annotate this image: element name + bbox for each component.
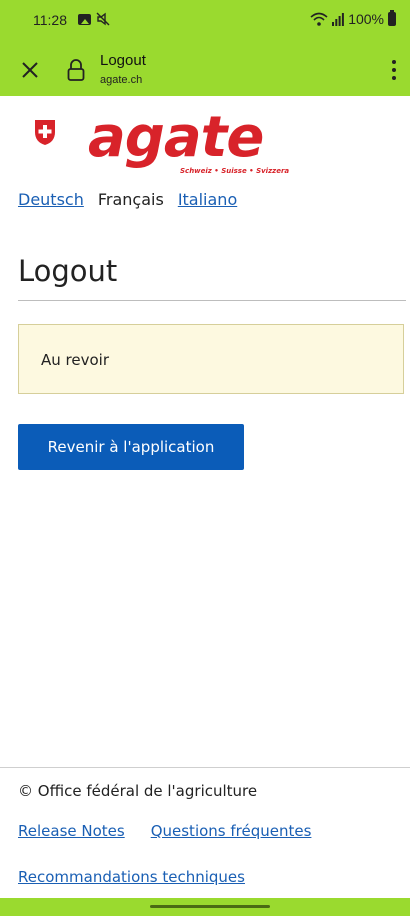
home-indicator[interactable] bbox=[150, 905, 270, 908]
logo-wordmark: agate bbox=[88, 110, 263, 170]
copyright-text: © Office fédéral de l'agriculture bbox=[18, 782, 258, 800]
lock-icon[interactable] bbox=[66, 58, 86, 82]
faq-link[interactable]: Questions fréquentes bbox=[151, 822, 312, 840]
photo-icon bbox=[78, 14, 91, 25]
navigation-bar bbox=[0, 898, 410, 916]
message-text: Au revoir bbox=[41, 351, 109, 369]
lang-italiano[interactable]: Italiano bbox=[178, 190, 237, 209]
url-text[interactable]: agate.ch bbox=[100, 74, 142, 86]
title-divider bbox=[18, 300, 406, 301]
footer-divider bbox=[0, 767, 410, 768]
signal-icon bbox=[332, 13, 345, 26]
footer-links: Release Notes Questions fréquentes bbox=[18, 822, 311, 840]
mute-icon bbox=[96, 12, 110, 26]
language-switcher: Deutsch Français Italiano bbox=[18, 190, 237, 209]
message-box: Au revoir bbox=[18, 324, 404, 394]
swiss-shield-icon bbox=[35, 120, 55, 145]
logo-tagline: Schweiz • Suisse • Svizzera bbox=[180, 167, 289, 175]
browser-toolbar: Logout agate.ch bbox=[0, 44, 410, 96]
close-icon[interactable] bbox=[18, 58, 42, 82]
return-to-app-button[interactable]: Revenir à l'application bbox=[18, 424, 244, 470]
lang-francais: Français bbox=[97, 190, 164, 209]
battery-percent: 100% bbox=[348, 11, 384, 27]
agate-logo: agate Schweiz • Suisse • Svizzera bbox=[88, 110, 289, 175]
tab-title[interactable]: Logout bbox=[100, 52, 146, 69]
release-notes-link[interactable]: Release Notes bbox=[18, 822, 125, 840]
status-bar: 11:28 100% bbox=[0, 0, 410, 44]
tech-recommendations-link[interactable]: Recommandations techniques bbox=[18, 868, 245, 886]
wifi-icon bbox=[310, 12, 328, 26]
page-title: Logout bbox=[18, 254, 118, 288]
lang-deutsch[interactable]: Deutsch bbox=[18, 190, 84, 209]
status-indicators: 100% bbox=[310, 10, 396, 27]
more-vert-icon[interactable] bbox=[386, 56, 402, 84]
battery-icon bbox=[388, 10, 396, 26]
status-time: 11:28 bbox=[33, 12, 67, 28]
